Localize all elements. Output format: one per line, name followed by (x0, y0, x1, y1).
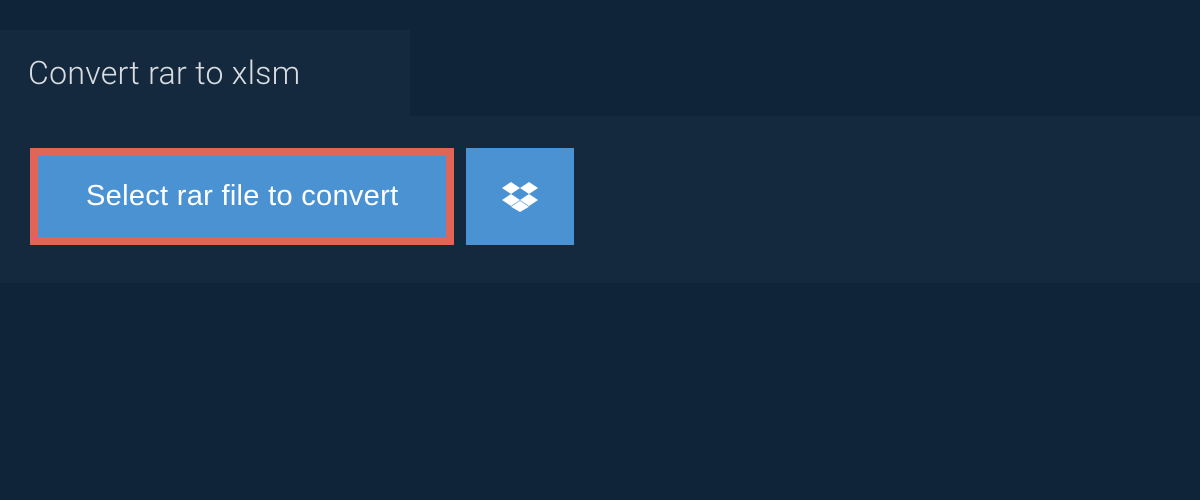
dropbox-button[interactable] (466, 148, 574, 245)
select-file-button[interactable]: Select rar file to convert (30, 148, 454, 245)
dropbox-icon (502, 179, 538, 215)
button-row: Select rar file to convert (30, 148, 1170, 245)
select-file-label: Select rar file to convert (86, 180, 398, 213)
page-title: Convert rar to xlsm (28, 54, 370, 92)
tab-header: Convert rar to xlsm (0, 30, 410, 116)
content-panel: Select rar file to convert (0, 116, 1200, 283)
